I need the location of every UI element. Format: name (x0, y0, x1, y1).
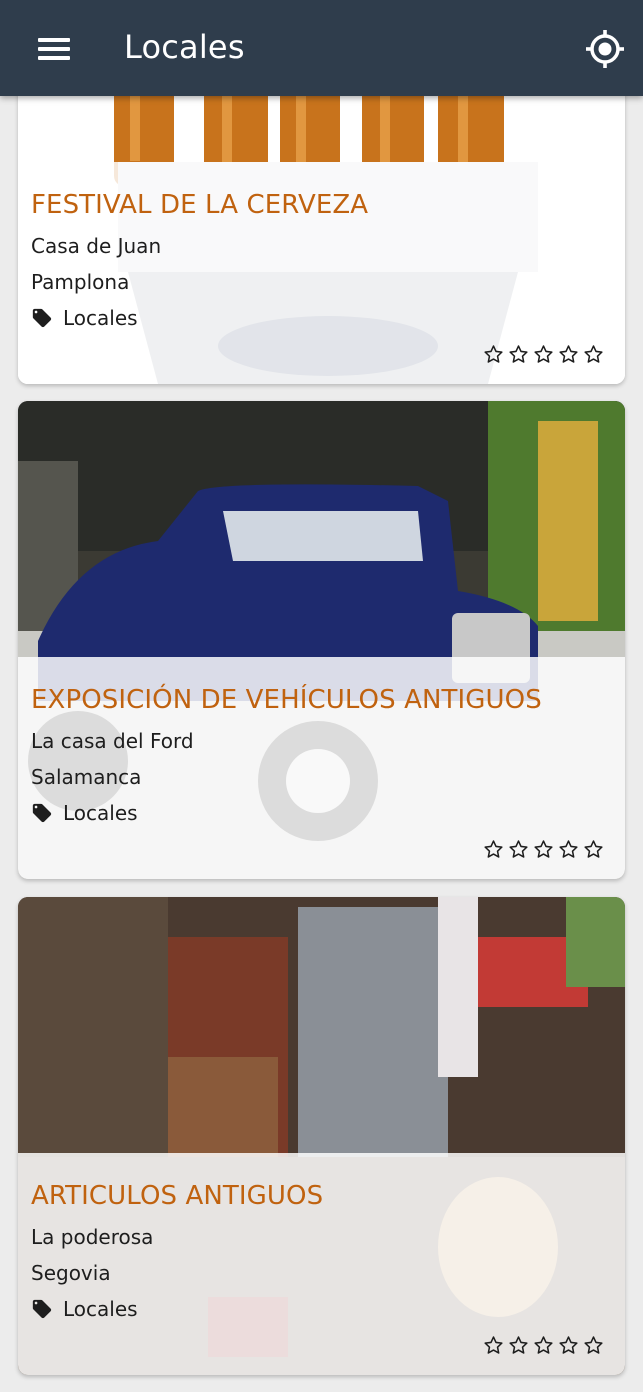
star-rating[interactable] (482, 343, 605, 366)
event-category: Locales (31, 306, 138, 330)
star-rating[interactable] (482, 838, 605, 861)
star-outline-icon[interactable] (557, 343, 580, 366)
star-rating[interactable] (482, 1334, 605, 1357)
event-city: Pamplona (31, 270, 130, 294)
star-outline-icon[interactable] (482, 838, 505, 861)
page-title: Locales (124, 28, 245, 66)
star-outline-icon[interactable] (582, 1334, 605, 1357)
event-venue: La poderosa (31, 1225, 154, 1249)
event-list[interactable]: FESTIVAL DE LA CERVEZA Casa de Juan Pamp… (0, 0, 643, 1392)
star-outline-icon[interactable] (532, 1334, 555, 1357)
tag-icon (32, 308, 52, 328)
event-venue: Casa de Juan (31, 234, 162, 258)
star-outline-icon[interactable] (482, 1334, 505, 1357)
star-outline-icon[interactable] (557, 1334, 580, 1357)
tag-icon (32, 803, 52, 823)
event-card[interactable]: EXPOSICIÓN DE VEHÍCULOS ANTIGUOS La casa… (18, 401, 625, 879)
tag-icon (32, 1299, 52, 1319)
hamburger-menu-icon[interactable] (38, 36, 72, 62)
event-venue: La casa del Ford (31, 729, 194, 753)
star-outline-icon[interactable] (582, 838, 605, 861)
star-outline-icon[interactable] (507, 1334, 530, 1357)
event-city: Segovia (31, 1261, 111, 1285)
star-outline-icon[interactable] (482, 343, 505, 366)
star-outline-icon[interactable] (507, 343, 530, 366)
gps-locate-icon[interactable] (584, 28, 626, 70)
category-label: Locales (63, 801, 138, 825)
event-title: EXPOSICIÓN DE VEHÍCULOS ANTIGUOS (31, 685, 542, 715)
event-category: Locales (31, 801, 138, 825)
event-card[interactable]: ARTICULOS ANTIGUOS La poderosa Segovia L… (18, 897, 625, 1375)
star-outline-icon[interactable] (582, 343, 605, 366)
category-label: Locales (63, 1297, 138, 1321)
event-category: Locales (31, 1297, 138, 1321)
event-city: Salamanca (31, 765, 142, 789)
star-outline-icon[interactable] (507, 838, 530, 861)
event-title: ARTICULOS ANTIGUOS (31, 1181, 324, 1211)
star-outline-icon[interactable] (532, 343, 555, 366)
app-bar: Locales (0, 0, 643, 96)
star-outline-icon[interactable] (532, 838, 555, 861)
star-outline-icon[interactable] (557, 838, 580, 861)
category-label: Locales (63, 306, 138, 330)
event-title: FESTIVAL DE LA CERVEZA (31, 190, 369, 220)
